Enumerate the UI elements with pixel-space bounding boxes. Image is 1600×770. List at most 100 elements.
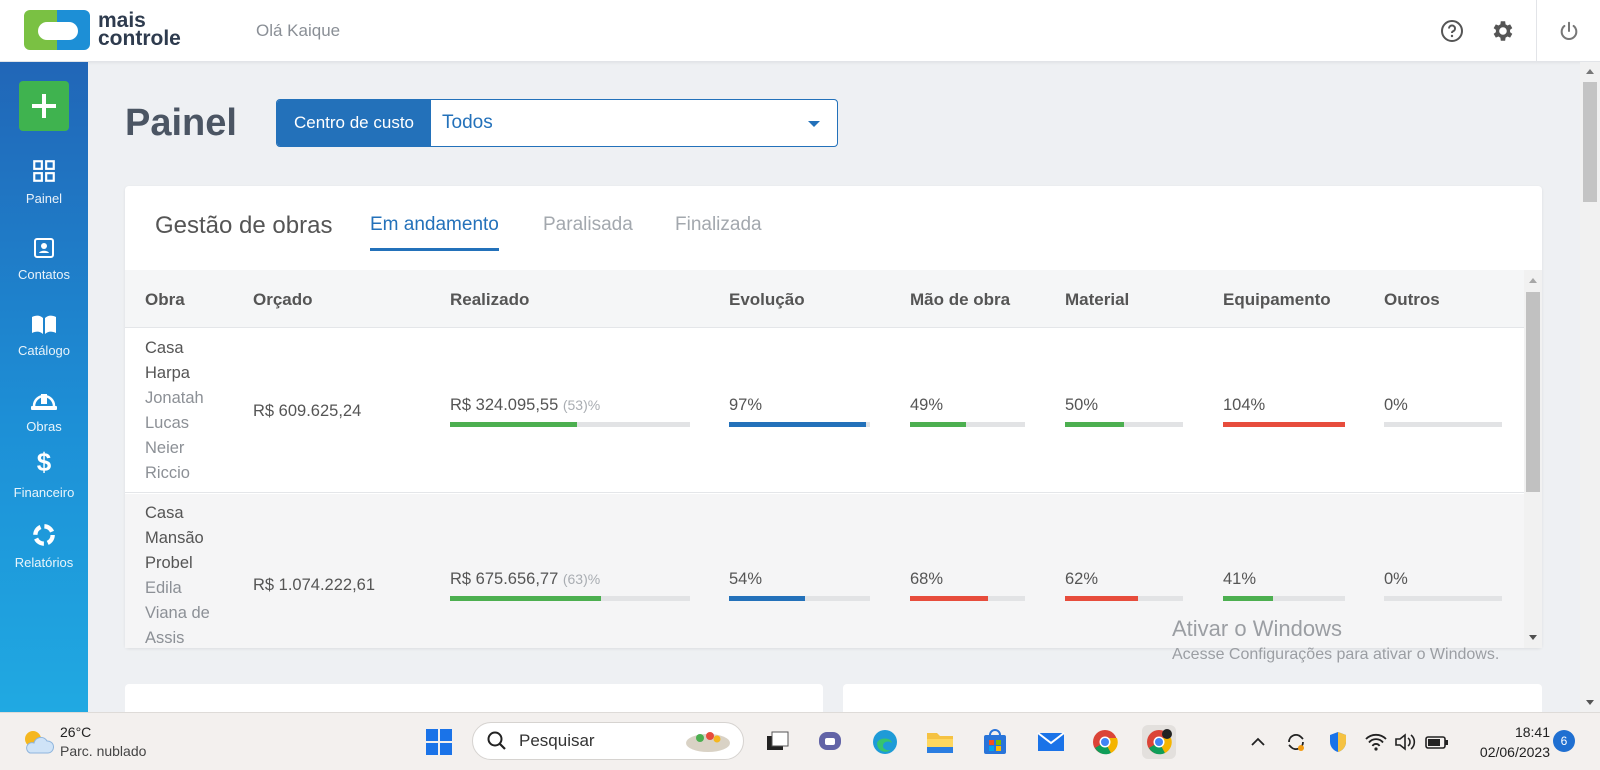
contact-card-icon <box>0 230 88 260</box>
sidebar-item-label: Relatórios <box>14 555 74 570</box>
equipamento-value: 41% <box>1223 570 1257 588</box>
scroll-up-arrow-icon[interactable] <box>1586 69 1594 74</box>
cost-center-value: Todos <box>442 112 493 133</box>
security-shield-icon[interactable] <box>1326 730 1350 754</box>
watermark-title: Ativar o Windows <box>1172 616 1342 641</box>
col-realizado[interactable]: Realizado <box>450 290 529 310</box>
chrome-profile-icon[interactable] <box>1142 725 1176 759</box>
chevron-down-icon <box>808 121 820 127</box>
equipamento-progress <box>1223 596 1345 601</box>
gear-icon[interactable] <box>1487 16 1517 46</box>
obra-client: Jonatah Lucas Neier Riccio <box>145 389 204 482</box>
evolucao-value: 97% <box>729 396 763 414</box>
col-evolucao[interactable]: Evolução <box>729 290 805 310</box>
table-scrollbar[interactable] <box>1524 270 1542 648</box>
realizado-cell: R$ 324.095,55 (53)% <box>450 396 600 415</box>
evolucao-progress <box>729 596 870 601</box>
wifi-icon[interactable] <box>1364 730 1388 754</box>
mao-de-obra-progress <box>910 422 1025 427</box>
table-row[interactable]: Casa Harpa Jonatah Lucas Neier Riccio R$… <box>125 328 1524 493</box>
obra-cell: Casa Harpa Jonatah Lucas Neier Riccio <box>145 336 225 486</box>
sidebar-item-label: Catálogo <box>17 343 71 358</box>
col-mao-de-obra[interactable]: Mão de obra <box>910 290 1010 310</box>
scroll-up-arrow-icon[interactable] <box>1529 278 1537 283</box>
sidebar-item-label: Contatos <box>17 267 71 282</box>
power-icon[interactable] <box>1554 16 1584 46</box>
food-bowl-icon <box>686 732 730 752</box>
realizado-pct: (63)% <box>562 571 601 587</box>
notification-badge[interactable]: 6 <box>1553 730 1575 752</box>
sidebar-item-catalogo[interactable]: Catálogo <box>0 306 88 376</box>
weather-widget[interactable]: 26°C Parc. nublado <box>20 723 146 761</box>
clock[interactable]: 18:41 02/06/2023 <box>1464 722 1550 762</box>
tab-paralisada[interactable]: Paralisada <box>543 214 633 248</box>
windows-start-icon[interactable] <box>422 725 456 759</box>
teams-chat-icon[interactable] <box>813 725 847 759</box>
top-bar: mais controle Olá Kaique <box>0 0 1600 62</box>
windows-taskbar: 26°C Parc. nublado Pesquisar 18:41 02/06… <box>0 712 1600 770</box>
col-material[interactable]: Material <box>1065 290 1129 310</box>
cost-center-dropdown[interactable]: Todos <box>431 100 837 146</box>
scrollbar-thumb[interactable] <box>1583 82 1597 202</box>
mao-de-obra-value: 68% <box>910 570 944 588</box>
dollar-icon: $ <box>36 447 52 477</box>
chrome-icon[interactable] <box>1088 725 1122 759</box>
volume-icon[interactable] <box>1393 730 1417 754</box>
logo-text: mais controle <box>98 10 181 50</box>
edge-browser-icon[interactable] <box>868 725 902 759</box>
logo-line-2: controle <box>98 27 181 50</box>
col-orcado[interactable]: Orçado <box>253 290 313 310</box>
orcado-value: R$ 1.074.222,61 <box>253 576 376 594</box>
task-view-icon[interactable] <box>760 725 794 759</box>
sidebar-item-obras[interactable]: Obras <box>0 382 88 452</box>
evolucao-value: 54% <box>729 570 763 588</box>
help-circle-icon[interactable] <box>1437 16 1467 46</box>
outros-value: 0% <box>1384 570 1408 588</box>
book-icon <box>0 306 88 336</box>
orcado-value: R$ 609.625,24 <box>253 402 362 420</box>
realizado-progress <box>450 596 690 601</box>
obras-card: Gestão de obras Em andamento Paralisada … <box>125 186 1542 648</box>
page-scrollbar[interactable] <box>1580 62 1600 712</box>
sidebar-item-relatorios[interactable]: Relatórios <box>0 518 88 588</box>
col-obra[interactable]: Obra <box>145 290 185 310</box>
scroll-down-arrow-icon[interactable] <box>1586 700 1594 705</box>
clock-time: 18:41 <box>1514 724 1550 740</box>
file-explorer-icon[interactable] <box>923 725 957 759</box>
microsoft-store-icon[interactable] <box>978 725 1012 759</box>
evolucao-progress <box>729 422 870 427</box>
chevron-up-icon[interactable] <box>1246 730 1270 754</box>
sidebar-item-painel[interactable]: Painel <box>0 154 88 224</box>
mail-icon[interactable] <box>1034 725 1068 759</box>
search-icon <box>487 731 506 750</box>
app-logo[interactable]: mais controle <box>24 10 181 50</box>
battery-icon[interactable] <box>1425 730 1449 754</box>
realizado-cell: R$ 675.656,77 (63)% <box>450 570 600 589</box>
logo-mark <box>24 10 90 50</box>
sidebar: Painel Contatos Catálogo Obras $ Finance… <box>0 62 88 712</box>
col-outros[interactable]: Outros <box>1384 290 1440 310</box>
realizado-value: R$ 675.656,77 <box>450 570 559 588</box>
obra-client: Edila Viana de Assis <box>145 579 210 647</box>
sync-icon[interactable] <box>1284 730 1308 754</box>
material-value: 50% <box>1065 396 1099 414</box>
taskbar-search[interactable]: Pesquisar <box>472 722 744 760</box>
search-placeholder: Pesquisar <box>519 731 595 750</box>
tab-finalizada[interactable]: Finalizada <box>675 214 762 248</box>
mao-de-obra-value: 49% <box>910 396 944 414</box>
outros-value: 0% <box>1384 396 1408 414</box>
scrollbar-thumb[interactable] <box>1526 292 1540 492</box>
sidebar-item-label: Financeiro <box>13 485 75 500</box>
sidebar-item-contatos[interactable]: Contatos <box>0 230 88 300</box>
mao-de-obra-progress <box>910 596 1025 601</box>
partly-cloudy-icon <box>25 731 54 754</box>
obra-cell: Casa Mansão Probel Edila Viana de Assis <box>145 501 225 648</box>
scroll-down-arrow-icon[interactable] <box>1529 635 1537 640</box>
add-new-button[interactable] <box>19 81 69 131</box>
windows-activation-watermark: Ativar o Windows Acesse Configurações pa… <box>1172 616 1499 664</box>
tab-em-andamento[interactable]: Em andamento <box>370 214 499 251</box>
cost-center-select[interactable]: Centro de custo Todos <box>276 99 838 147</box>
sidebar-item-financeiro[interactable]: $ Financeiro <box>0 447 88 518</box>
col-equipamento[interactable]: Equipamento <box>1223 290 1331 310</box>
cost-center-label: Centro de custo <box>277 100 431 146</box>
